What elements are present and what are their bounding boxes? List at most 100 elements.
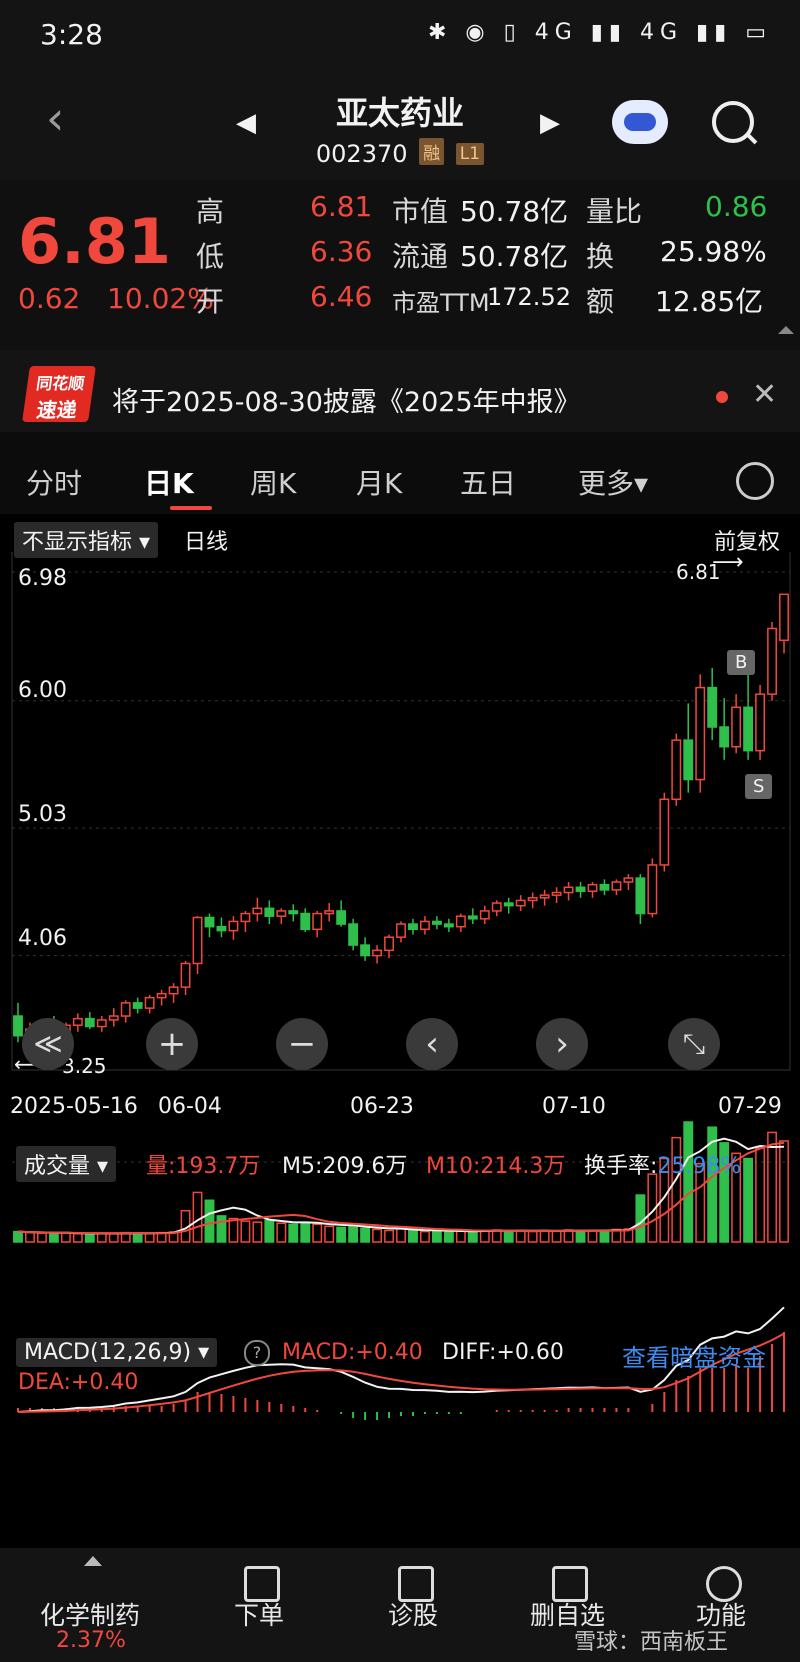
notice-text[interactable]: 将于2025-08-30披露《2025年中报》 bbox=[112, 380, 581, 419]
candle-body bbox=[408, 923, 418, 931]
turnover-label: 换 bbox=[586, 240, 615, 273]
volume-bar bbox=[683, 1121, 694, 1243]
volume-bar bbox=[360, 1227, 371, 1243]
candle-body bbox=[599, 883, 610, 891]
order-button[interactable]: 下单 bbox=[234, 1596, 284, 1632]
price-pane-border bbox=[11, 552, 791, 1071]
volume-bar bbox=[276, 1222, 287, 1243]
diagnose-button[interactable]: 诊股 bbox=[388, 1596, 438, 1632]
sector-name[interactable]: 化学制药 bbox=[40, 1596, 140, 1632]
volume-bar bbox=[408, 1229, 418, 1243]
candle-body bbox=[144, 996, 155, 1009]
dea-value-label: DEA:+0.40 bbox=[18, 1370, 139, 1395]
candle-body bbox=[108, 1015, 119, 1021]
volume-bar bbox=[288, 1223, 299, 1243]
tab-daily[interactable]: 日K bbox=[144, 462, 194, 502]
zoom-out-button[interactable]: − bbox=[276, 1018, 328, 1070]
amount-label: 额 bbox=[586, 285, 615, 318]
robot-eyes bbox=[624, 113, 656, 131]
buy-marker[interactable]: B bbox=[727, 650, 756, 675]
turnover-rate-key: 换手率: bbox=[584, 1154, 658, 1179]
candle-body bbox=[491, 902, 502, 912]
volume-bar bbox=[635, 1194, 646, 1243]
chart-settings-icon[interactable] bbox=[736, 462, 774, 500]
dark-pool-link[interactable]: 查看暗盘资金 bbox=[622, 1338, 766, 1373]
candle-body bbox=[276, 910, 287, 917]
volume-bar bbox=[779, 1140, 789, 1243]
volume-bar bbox=[563, 1229, 574, 1243]
candle-body bbox=[779, 593, 789, 642]
logo-top-text: 同花顺 bbox=[35, 374, 86, 393]
candle-body bbox=[611, 881, 622, 891]
candle-body bbox=[336, 910, 347, 925]
volume-ratio-value: 0.86 bbox=[705, 190, 768, 223]
scroll-left-button[interactable]: ‹ bbox=[406, 1018, 458, 1070]
tab-five-day[interactable]: 五日 bbox=[460, 462, 516, 502]
candle-body bbox=[419, 920, 430, 931]
float-value: 50.78亿 bbox=[460, 240, 569, 273]
candle-body bbox=[455, 915, 466, 928]
candle-body bbox=[659, 798, 670, 866]
volume-bar bbox=[60, 1231, 71, 1243]
volume-bar bbox=[419, 1230, 430, 1243]
candle-body bbox=[539, 894, 550, 899]
last-price: 6.81 bbox=[18, 205, 171, 278]
next-stock-icon[interactable]: ▶ bbox=[540, 108, 560, 138]
unread-dot bbox=[716, 391, 728, 403]
volume-indicator-select[interactable]: 成交量 ▾ bbox=[16, 1146, 117, 1182]
tab-more[interactable]: 更多▾ bbox=[578, 462, 648, 502]
candle-body bbox=[13, 1015, 23, 1037]
volume-bar bbox=[551, 1230, 562, 1243]
help-icon[interactable]: ? bbox=[244, 1340, 270, 1366]
candle-body bbox=[84, 1017, 95, 1028]
rewind-button[interactable]: ≪ bbox=[22, 1018, 74, 1070]
turnover-rate-value: 25.98% bbox=[657, 1154, 742, 1179]
candle-body bbox=[180, 962, 191, 988]
candle-body bbox=[635, 877, 646, 915]
candle-body bbox=[671, 739, 682, 801]
y-label-4: 4.06 bbox=[18, 926, 67, 951]
pe-label: 市盈TTM bbox=[392, 289, 490, 317]
close-icon[interactable]: ✕ bbox=[752, 377, 777, 412]
change-value: 0.62 bbox=[18, 282, 81, 315]
x-label-5: 07-29 bbox=[718, 1094, 782, 1119]
volume-bar bbox=[396, 1227, 406, 1243]
assistant-robot-icon[interactable] bbox=[612, 100, 668, 144]
zoom-in-button[interactable]: + bbox=[146, 1018, 198, 1070]
pe-value: 172.52 bbox=[487, 283, 571, 311]
candle-body bbox=[228, 920, 239, 932]
candle-body bbox=[240, 912, 251, 923]
volume-bar bbox=[467, 1230, 478, 1243]
candle-body bbox=[731, 706, 742, 748]
status-icons: ✱ ◉ ▯ 4G ▮▮ 4G ▮▮ ▭ bbox=[428, 20, 772, 45]
candle-body bbox=[300, 912, 311, 931]
sector-change: 2.37% bbox=[56, 1628, 126, 1653]
tab-intraday[interactable]: 分时 bbox=[26, 462, 82, 502]
candle-body bbox=[767, 627, 777, 695]
tab-monthly[interactable]: 月K bbox=[356, 462, 402, 502]
volume-bar bbox=[72, 1232, 83, 1243]
scroll-right-button[interactable]: › bbox=[536, 1018, 588, 1070]
candle-body bbox=[563, 886, 574, 894]
stock-code: 002370 bbox=[315, 140, 408, 168]
turnover-value: 25.98% bbox=[660, 235, 767, 268]
tab-weekly[interactable]: 周K bbox=[250, 462, 296, 502]
watermark: 雪球：西南板王 bbox=[574, 1630, 729, 1655]
macd-indicator-select[interactable]: MACD(12,26,9) ▾ bbox=[16, 1338, 218, 1367]
expand-triangle-icon[interactable] bbox=[778, 326, 794, 334]
clock: 3:28 bbox=[40, 18, 103, 51]
volume-bar bbox=[84, 1233, 95, 1243]
fullscreen-button[interactable]: ⤡ bbox=[668, 1018, 720, 1070]
m5-label: M5:209.6万 bbox=[282, 1154, 408, 1179]
ths-express-logo: 同花顺 速递 bbox=[22, 366, 96, 422]
volume-bar bbox=[527, 1230, 538, 1243]
candle-body bbox=[156, 992, 167, 999]
logo-bottom-text: 速递 bbox=[35, 398, 79, 422]
volume-bar bbox=[48, 1232, 59, 1243]
volume-ratio-label: 量比 bbox=[586, 195, 643, 228]
diff-value-label: DIFF:+0.60 bbox=[442, 1340, 564, 1365]
sell-marker[interactable]: S bbox=[745, 774, 773, 799]
high-label: 高 bbox=[196, 195, 225, 228]
candle-body bbox=[360, 944, 371, 957]
volume-bar bbox=[144, 1232, 155, 1243]
